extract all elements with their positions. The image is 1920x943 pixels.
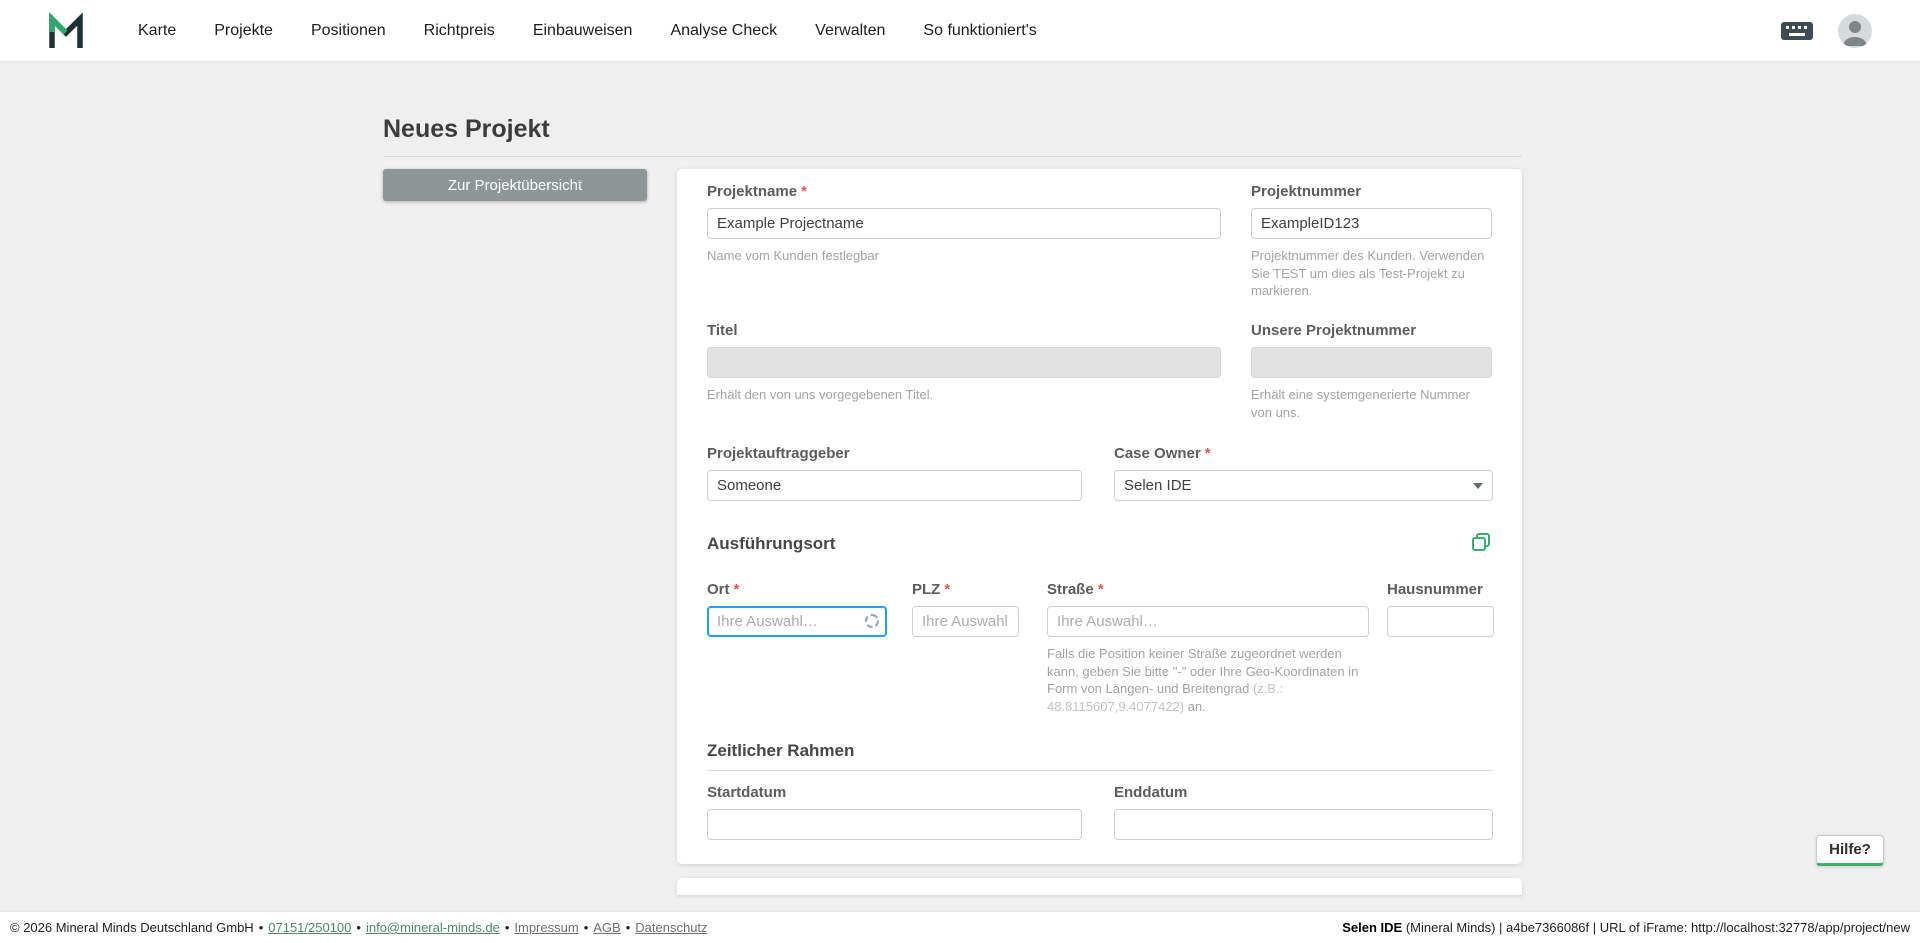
avatar[interactable] bbox=[1838, 14, 1872, 48]
unsere-projektnummer-input bbox=[1251, 347, 1492, 378]
field-startdatum: Startdatum bbox=[707, 784, 1082, 840]
case-owner-required-asterisk: * bbox=[1205, 445, 1211, 462]
keyboard-icon[interactable] bbox=[1780, 21, 1814, 41]
nav-verwalten[interactable]: Verwalten bbox=[815, 22, 885, 40]
field-projektname: Projektname* Name vom Kunden festlegbar bbox=[707, 183, 1221, 265]
field-enddatum: Enddatum bbox=[1114, 784, 1493, 840]
footer-bullet: • bbox=[259, 920, 264, 935]
startdatum-label: Startdatum bbox=[707, 784, 1082, 802]
footer-bullet: • bbox=[505, 920, 510, 935]
footer-session-info: Selen IDE (Mineral Minds) | a4be7366086f… bbox=[1342, 920, 1910, 935]
plz-input[interactable] bbox=[912, 606, 1019, 637]
zeitlicher-rahmen-heading: Zeitlicher Rahmen bbox=[707, 741, 854, 761]
nav-so-funktionierts[interactable]: So funktioniert's bbox=[923, 22, 1036, 40]
footer-bullet: • bbox=[356, 920, 361, 935]
logo[interactable] bbox=[46, 12, 86, 50]
strasse-helper: Falls die Position keiner Straße zugeord… bbox=[1047, 645, 1369, 715]
enddatum-label: Enddatum bbox=[1114, 784, 1493, 802]
footer-bullet: • bbox=[626, 920, 631, 935]
strasse-label: Straße* bbox=[1047, 581, 1369, 599]
footer-user-details: (Mineral Minds) | a4be7366086f | URL of … bbox=[1402, 920, 1910, 935]
chevron-down-icon bbox=[1473, 483, 1483, 489]
ort-input[interactable] bbox=[707, 606, 887, 637]
footer-copyright: © 2026 Mineral Minds Deutschland GmbH bbox=[10, 920, 254, 935]
loading-spinner-icon bbox=[865, 614, 879, 628]
field-unsere-projektnummer: Unsere Projektnummer Erhält eine systemg… bbox=[1251, 322, 1492, 421]
nav-positionen[interactable]: Positionen bbox=[311, 22, 386, 40]
field-case-owner: Case Owner* Selen IDE bbox=[1114, 445, 1493, 501]
projektname-label: Projektname* bbox=[707, 183, 1221, 201]
nav-einbauweisen[interactable]: Einbauweisen bbox=[533, 22, 633, 40]
title-divider bbox=[383, 156, 1522, 157]
footer-email-link[interactable]: info@mineral-minds.de bbox=[366, 920, 500, 935]
strasse-label-text: Straße bbox=[1047, 581, 1094, 598]
nav-projekte[interactable]: Projekte bbox=[214, 22, 273, 40]
startdatum-input[interactable] bbox=[707, 809, 1082, 840]
case-owner-selected-value: Selen IDE bbox=[1124, 477, 1192, 494]
projektnummer-helper: Projektnummer des Kunden. Verwenden Sie … bbox=[1251, 247, 1492, 300]
footer-left: © 2026 Mineral Minds Deutschland GmbH • … bbox=[10, 920, 708, 935]
footer: © 2026 Mineral Minds Deutschland GmbH • … bbox=[0, 912, 1920, 943]
plz-required-asterisk: * bbox=[944, 581, 950, 598]
titel-input bbox=[707, 347, 1221, 378]
back-to-project-overview-button[interactable]: Zur Projektübersicht bbox=[383, 169, 647, 201]
mineral-minds-logo-icon bbox=[46, 12, 86, 50]
nav-analyse-check[interactable]: Analyse Check bbox=[670, 22, 777, 40]
navbar-right bbox=[1780, 14, 1872, 48]
strasse-helper-suffix: an. bbox=[1184, 699, 1206, 714]
plz-label: PLZ* bbox=[912, 581, 1019, 599]
titel-helper: Erhält den von uns vorgegebenen Titel. bbox=[707, 386, 1221, 404]
case-owner-label: Case Owner* bbox=[1114, 445, 1493, 463]
footer-impressum-link[interactable]: Impressum bbox=[514, 920, 578, 935]
page-title: Neues Projekt bbox=[383, 115, 550, 144]
field-ort: Ort* bbox=[707, 581, 887, 637]
field-hausnummer: Hausnummer bbox=[1387, 581, 1494, 637]
field-projektauftraggeber: Projektauftraggeber bbox=[707, 445, 1082, 501]
case-owner-label-text: Case Owner bbox=[1114, 445, 1201, 462]
field-strasse: Straße* Falls die Position keiner Straße… bbox=[1047, 581, 1369, 715]
help-button[interactable]: Hilfe? bbox=[1816, 835, 1884, 866]
ort-input-wrap bbox=[707, 606, 887, 637]
field-projektnummer: Projektnummer Projektnummer des Kunden. … bbox=[1251, 183, 1492, 300]
ort-required-asterisk: * bbox=[734, 581, 740, 598]
next-section-card-partial bbox=[677, 878, 1522, 895]
ausfuehrungsort-heading: Ausführungsort bbox=[707, 534, 835, 554]
main-nav: Karte Projekte Positionen Richtpreis Ein… bbox=[138, 22, 1037, 40]
footer-phone-link[interactable]: 07151/250100 bbox=[268, 920, 351, 935]
field-plz: PLZ* bbox=[912, 581, 1019, 637]
navbar: Karte Projekte Positionen Richtpreis Ein… bbox=[0, 0, 1920, 61]
enddatum-input[interactable] bbox=[1114, 809, 1493, 840]
zeitlicher-rahmen-divider bbox=[707, 770, 1493, 771]
ort-label: Ort* bbox=[707, 581, 887, 599]
nav-karte[interactable]: Karte bbox=[138, 22, 176, 40]
unsere-projektnummer-label: Unsere Projektnummer bbox=[1251, 322, 1492, 340]
projektnummer-input[interactable] bbox=[1251, 208, 1492, 239]
strasse-helper-main: Falls die Position keiner Straße zugeord… bbox=[1047, 646, 1358, 696]
strasse-required-asterisk: * bbox=[1098, 581, 1104, 598]
unsere-projektnummer-helper: Erhält eine systemgenerierte Nummer von … bbox=[1251, 386, 1492, 421]
case-owner-select[interactable]: Selen IDE bbox=[1114, 470, 1493, 501]
titel-label: Titel bbox=[707, 322, 1221, 340]
projektname-label-text: Projektname bbox=[707, 183, 797, 200]
duplicate-icon[interactable] bbox=[1470, 531, 1492, 553]
footer-bullet: • bbox=[584, 920, 589, 935]
plz-label-text: PLZ bbox=[912, 581, 940, 598]
projektauftraggeber-label: Projektauftraggeber bbox=[707, 445, 1082, 463]
hausnummer-label: Hausnummer bbox=[1387, 581, 1494, 599]
projektauftraggeber-input[interactable] bbox=[707, 470, 1082, 501]
strasse-input[interactable] bbox=[1047, 606, 1369, 637]
user-icon bbox=[1838, 14, 1872, 48]
projektname-input[interactable] bbox=[707, 208, 1221, 239]
projektname-helper: Name vom Kunden festlegbar bbox=[707, 247, 1221, 265]
nav-richtpreis[interactable]: Richtpreis bbox=[424, 22, 495, 40]
field-titel: Titel Erhält den von uns vorgegebenen Ti… bbox=[707, 322, 1221, 404]
projektname-required-asterisk: * bbox=[801, 183, 807, 200]
project-form-card: Projektname* Name vom Kunden festlegbar … bbox=[677, 169, 1522, 864]
ort-label-text: Ort bbox=[707, 581, 730, 598]
footer-datenschutz-link[interactable]: Datenschutz bbox=[635, 920, 707, 935]
hausnummer-input[interactable] bbox=[1387, 606, 1494, 637]
projektnummer-label: Projektnummer bbox=[1251, 183, 1492, 201]
footer-user-name: Selen IDE bbox=[1342, 920, 1402, 935]
footer-agb-link[interactable]: AGB bbox=[593, 920, 620, 935]
